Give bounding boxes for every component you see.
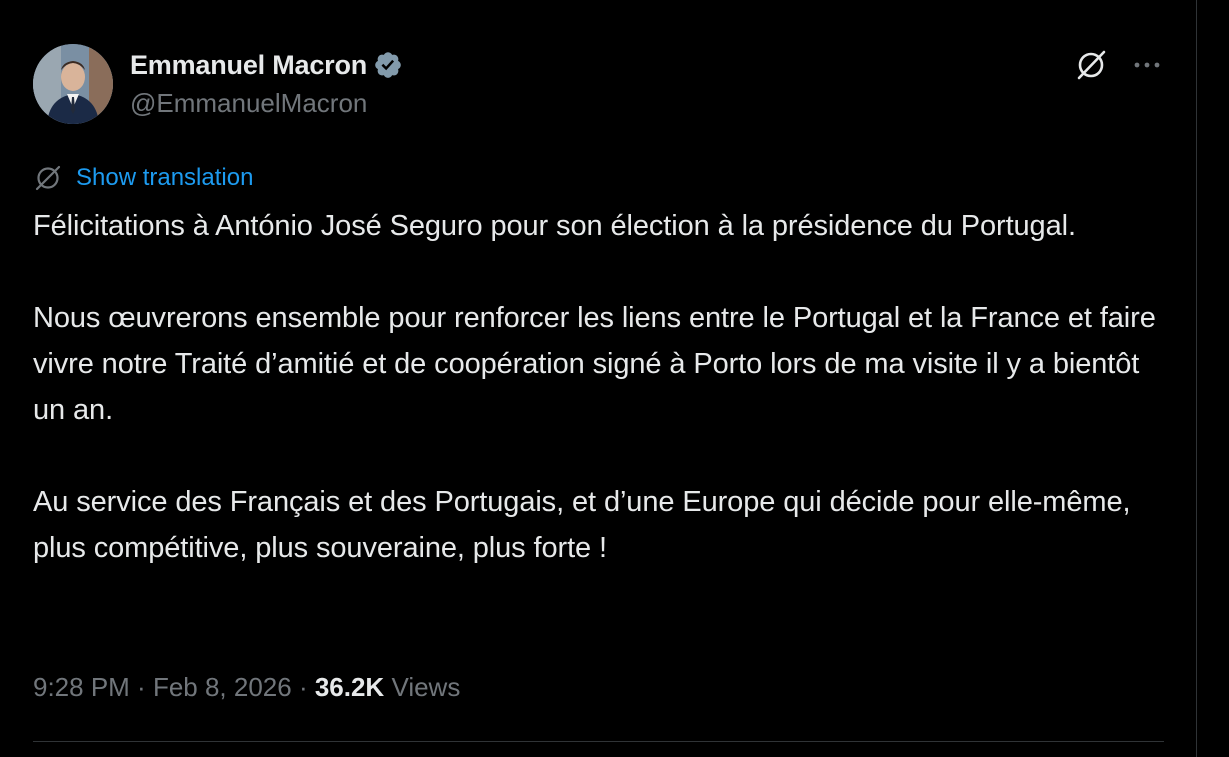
tweet-time[interactable]: 9:28 PM: [33, 672, 130, 702]
tweet-date[interactable]: Feb 8, 2026: [153, 672, 292, 702]
timeline-right-border: [1196, 0, 1197, 757]
views-label: Views: [384, 672, 461, 702]
show-translation-link[interactable]: Show translation: [76, 164, 253, 192]
author-name-row: Emmanuel Macron: [130, 48, 403, 82]
divider: [33, 741, 1164, 742]
meta-separator: ·: [291, 672, 315, 702]
tweet-paragraph: Nous œuvrerons ensemble pour renforcer l…: [33, 302, 1156, 426]
verified-badge-icon[interactable]: [373, 50, 403, 80]
author-display-name[interactable]: Emmanuel Macron: [130, 50, 367, 81]
author-handle[interactable]: @EmmanuelMacron: [130, 88, 403, 119]
tweet: Emmanuel Macron @EmmanuelMacron Show tra…: [33, 0, 1164, 757]
author-block: Emmanuel Macron @EmmanuelMacron: [130, 48, 403, 119]
meta-separator: ·: [129, 672, 153, 702]
translate-icon: [33, 163, 63, 193]
avatar[interactable]: [33, 44, 113, 124]
tweet-text: Félicitations à António José Seguro pour…: [33, 203, 1164, 617]
tweet-paragraph: Au service des Français et des Portugais…: [33, 486, 1131, 564]
translation-row: Show translation: [33, 162, 253, 194]
tweet-meta: 9:28 PM · Feb 8, 2026 · 36.2K Views: [33, 668, 460, 706]
more-horizontal-icon[interactable]: [1131, 52, 1163, 78]
views-count[interactable]: 36.2K: [315, 672, 384, 702]
tweet-paragraph: Félicitations à António José Seguro pour…: [33, 210, 1076, 242]
grok-icon[interactable]: [1074, 48, 1108, 82]
